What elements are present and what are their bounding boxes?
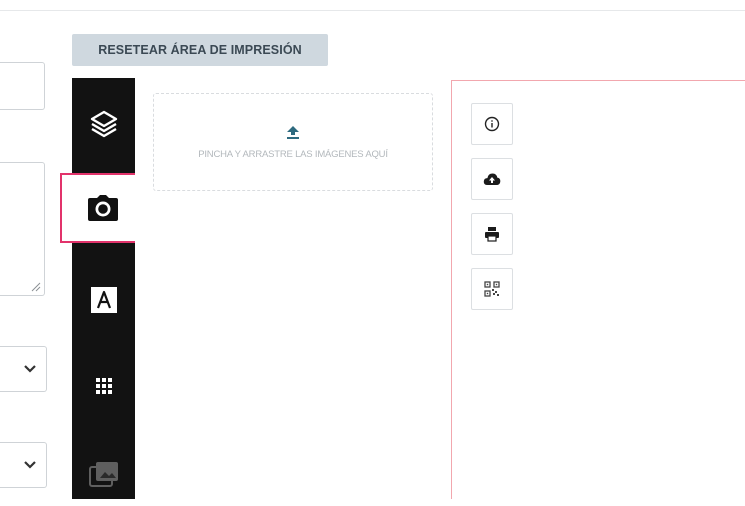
- tool-pattern[interactable]: [72, 354, 135, 418]
- camera-icon: [88, 195, 118, 221]
- chevron-down-icon: [24, 365, 36, 373]
- print-icon: [485, 227, 499, 242]
- qr-code-icon: [484, 281, 500, 297]
- textarea-field[interactable]: [0, 162, 45, 296]
- text-icon: [90, 287, 117, 313]
- info-button[interactable]: [471, 103, 513, 145]
- image-dropzone[interactable]: PINCHA Y ARRASTRE LAS IMÁGENES AQUÍ: [153, 93, 433, 191]
- save-to-cloud-button[interactable]: [471, 158, 513, 200]
- text-input[interactable]: [0, 62, 45, 110]
- cloud-upload-icon: [483, 173, 501, 185]
- info-icon: [484, 116, 500, 132]
- header-divider: [0, 10, 745, 11]
- select-dropdown-1[interactable]: [0, 346, 47, 392]
- reset-print-area-button[interactable]: RESETEAR ÁREA DE IMPRESIÓN: [72, 34, 328, 66]
- chevron-down-icon: [24, 461, 36, 469]
- dropzone-instruction: PINCHA Y ARRASTRE LAS IMÁGENES AQUÍ: [198, 148, 388, 160]
- print-button[interactable]: [471, 213, 513, 255]
- tool-sidebar: [60, 78, 146, 499]
- qr-code-button[interactable]: [471, 268, 513, 310]
- tool-layers[interactable]: [72, 91, 135, 155]
- upload-icon: [287, 125, 299, 139]
- tool-photo[interactable]: [60, 173, 146, 243]
- select-dropdown-2[interactable]: [0, 442, 47, 488]
- image-gallery-icon: [88, 462, 118, 487]
- grid-pattern-icon: [95, 378, 112, 394]
- tool-gallery[interactable]: [72, 442, 135, 506]
- resize-grip-icon[interactable]: [31, 282, 41, 292]
- tool-text[interactable]: [72, 268, 135, 332]
- layers-icon: [90, 110, 117, 138]
